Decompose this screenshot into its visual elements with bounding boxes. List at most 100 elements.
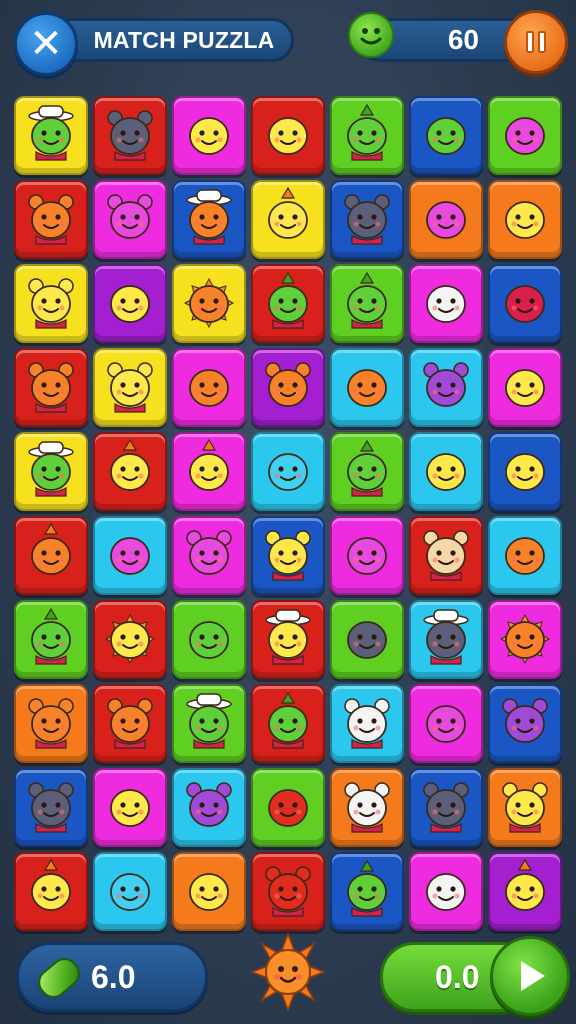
sun-icon	[180, 858, 238, 925]
game-tile[interactable]	[14, 684, 88, 763]
cyan-blob-icon	[101, 858, 159, 925]
game-tile[interactable]	[172, 96, 246, 175]
game-tile[interactable]	[251, 96, 325, 175]
game-tile[interactable]	[409, 516, 483, 595]
orange-sun-icon	[180, 270, 238, 337]
game-tile[interactable]	[488, 96, 562, 175]
game-tile[interactable]	[14, 264, 88, 343]
game-tile[interactable]	[488, 600, 562, 679]
game-tile[interactable]	[330, 264, 404, 343]
game-tile[interactable]	[172, 264, 246, 343]
game-tile[interactable]	[488, 432, 562, 511]
white-bear-icon	[338, 690, 396, 757]
game-tile[interactable]	[251, 264, 325, 343]
game-tile[interactable]	[251, 180, 325, 259]
game-tile[interactable]	[330, 600, 404, 679]
game-tile[interactable]	[14, 348, 88, 427]
game-tile[interactable]	[330, 852, 404, 931]
game-tile[interactable]	[172, 432, 246, 511]
game-tile[interactable]	[488, 264, 562, 343]
game-tile[interactable]	[172, 768, 246, 847]
play-icon	[521, 961, 545, 991]
green-dino-icon	[22, 606, 80, 673]
game-tile[interactable]	[409, 432, 483, 511]
game-tile[interactable]	[330, 516, 404, 595]
game-tile[interactable]	[409, 264, 483, 343]
game-tile[interactable]	[330, 432, 404, 511]
game-tile[interactable]	[488, 684, 562, 763]
game-tile[interactable]	[330, 96, 404, 175]
close-icon: ✕	[29, 21, 63, 67]
green-dino-icon	[338, 858, 396, 925]
yellow-bear-icon	[259, 522, 317, 589]
yellow-bear-icon	[22, 270, 80, 337]
game-tile[interactable]	[93, 768, 167, 847]
game-tile[interactable]	[330, 684, 404, 763]
green-blob-icon	[417, 102, 475, 169]
game-tile[interactable]	[172, 852, 246, 931]
game-tile[interactable]	[251, 684, 325, 763]
game-tile[interactable]	[488, 180, 562, 259]
game-tile[interactable]	[251, 600, 325, 679]
game-tile[interactable]	[14, 180, 88, 259]
game-tile[interactable]	[93, 516, 167, 595]
game-tile[interactable]	[409, 852, 483, 931]
game-tile[interactable]	[409, 600, 483, 679]
game-tile[interactable]	[172, 348, 246, 427]
game-tile[interactable]	[409, 348, 483, 427]
game-tile[interactable]	[488, 852, 562, 931]
orange-blob-icon	[338, 354, 396, 421]
game-tile[interactable]	[14, 516, 88, 595]
game-tile[interactable]	[251, 432, 325, 511]
game-tile[interactable]	[251, 348, 325, 427]
game-tile[interactable]	[93, 684, 167, 763]
orange-blob-icon	[496, 522, 554, 589]
orange-blob-icon	[180, 354, 238, 421]
game-tile[interactable]	[93, 348, 167, 427]
game-tile[interactable]	[14, 852, 88, 931]
game-tile[interactable]	[330, 768, 404, 847]
game-tile[interactable]	[93, 264, 167, 343]
game-tile[interactable]	[93, 180, 167, 259]
game-tile[interactable]	[409, 180, 483, 259]
game-tile[interactable]	[14, 432, 88, 511]
game-tile[interactable]	[251, 768, 325, 847]
game-tile[interactable]	[488, 348, 562, 427]
game-tile[interactable]	[93, 852, 167, 931]
game-tile[interactable]	[409, 768, 483, 847]
game-tile[interactable]	[93, 600, 167, 679]
game-tile[interactable]	[330, 348, 404, 427]
game-tile[interactable]	[93, 96, 167, 175]
game-tile[interactable]	[172, 684, 246, 763]
game-tile[interactable]	[409, 96, 483, 175]
game-tile[interactable]	[14, 96, 88, 175]
game-tile[interactable]	[172, 180, 246, 259]
slate-bear-icon	[338, 186, 396, 253]
magenta-blob-icon	[101, 522, 159, 589]
orange-explorer-icon	[180, 186, 238, 253]
green-dino-icon	[338, 102, 396, 169]
game-tile[interactable]	[251, 852, 325, 931]
close-button[interactable]: ✕	[14, 12, 78, 76]
green-explorer-icon	[22, 438, 80, 505]
game-tile[interactable]	[488, 768, 562, 847]
white-clown-icon	[417, 858, 475, 925]
game-tile[interactable]	[330, 180, 404, 259]
game-tile[interactable]	[172, 600, 246, 679]
pause-button[interactable]	[504, 10, 568, 74]
game-tile[interactable]	[409, 684, 483, 763]
green-dino-icon	[259, 690, 317, 757]
pause-icon	[526, 31, 546, 53]
game-tile[interactable]	[488, 516, 562, 595]
game-tile[interactable]	[14, 768, 88, 847]
game-tile[interactable]	[93, 432, 167, 511]
yellow-bear-icon	[101, 354, 159, 421]
orange-bear-icon	[22, 354, 80, 421]
white-clown-icon	[417, 270, 475, 337]
magenta-blob-icon	[417, 690, 475, 757]
game-tile[interactable]	[14, 600, 88, 679]
yellow-explorer-icon	[259, 606, 317, 673]
play-button[interactable]	[490, 936, 570, 1016]
game-tile[interactable]	[251, 516, 325, 595]
game-tile[interactable]	[172, 516, 246, 595]
